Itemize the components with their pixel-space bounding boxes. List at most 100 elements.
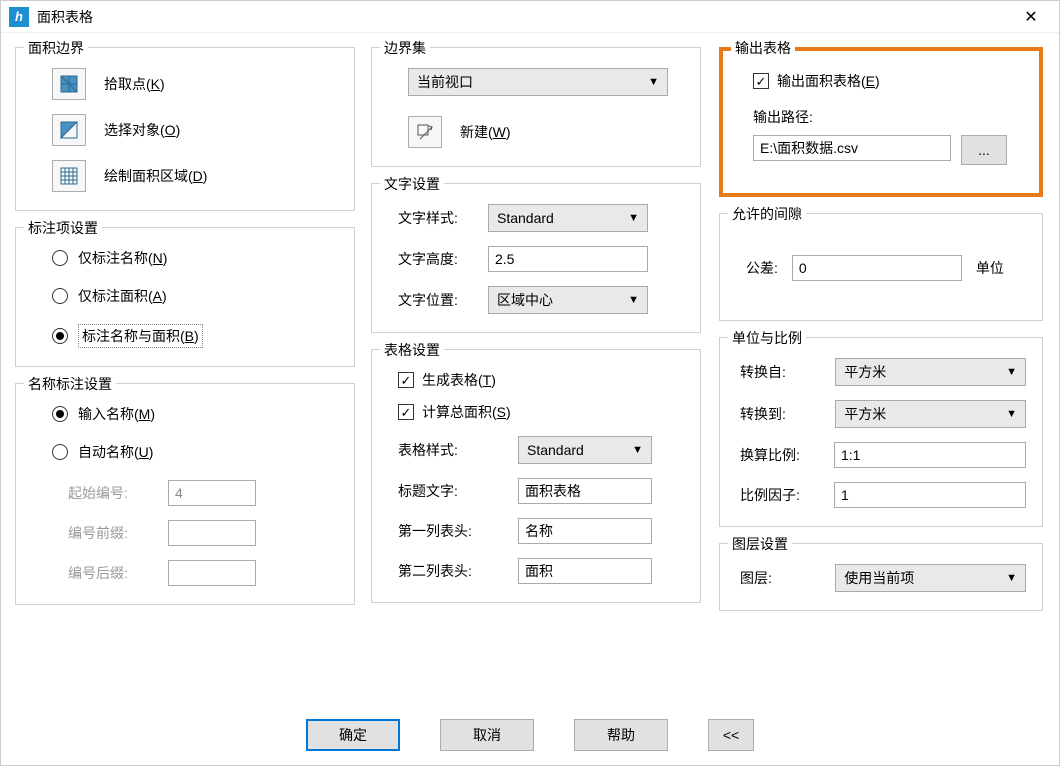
group-output-table: 输出表格 输出面积表格(E) 输出路径: ... <box>719 47 1043 197</box>
help-button[interactable]: 帮助 <box>574 719 668 751</box>
legend-layer-settings: 图层设置 <box>728 534 792 554</box>
text-height-input[interactable] <box>488 246 648 272</box>
button-bar: 确定 取消 帮助 << <box>1 719 1059 751</box>
tolerance-label: 公差: <box>746 258 778 278</box>
group-area-boundary: 面积边界 拾取点(K) 选择对象(O) <box>15 47 355 211</box>
new-boundary-icon[interactable] <box>408 116 442 148</box>
text-style-select[interactable]: Standard ▼ <box>488 204 648 232</box>
radio-auto-name[interactable]: 自动名称(U) <box>52 442 338 462</box>
pick-point-label[interactable]: 拾取点(K) <box>104 74 165 94</box>
suffix-label: 编号后缀: <box>68 563 168 583</box>
text-height-label: 文字高度: <box>398 249 488 269</box>
radio-icon <box>52 250 68 266</box>
draw-region-label[interactable]: 绘制面积区域(D) <box>104 166 207 186</box>
radio-name-and-area[interactable]: 标注名称与面积(B) <box>52 324 338 348</box>
generate-table-checkbox[interactable]: 生成表格(T) <box>398 370 496 390</box>
text-position-label: 文字位置: <box>398 290 488 310</box>
suffix-input <box>168 560 256 586</box>
legend-output-table: 输出表格 <box>731 38 795 58</box>
start-number-input <box>168 480 256 506</box>
calc-total-checkbox[interactable]: 计算总面积(S) <box>398 402 511 422</box>
chevron-down-icon: ▼ <box>628 212 639 224</box>
radio-icon <box>52 288 68 304</box>
group-allowed-gap: 允许的间隙 公差: 单位 <box>719 213 1043 321</box>
convert-from-select[interactable]: 平方米 ▼ <box>835 358 1026 386</box>
scale-factor-input[interactable] <box>834 482 1026 508</box>
draw-region-icon[interactable] <box>52 160 86 192</box>
new-boundary-label[interactable]: 新建(W) <box>460 122 511 142</box>
col2-header-input[interactable] <box>518 558 652 584</box>
col2-header-label: 第二列表头: <box>398 561 518 581</box>
legend-boundary-set: 边界集 <box>380 38 430 58</box>
group-annotation-settings: 标注项设置 仅标注名称(N) 仅标注面积(A) 标注名称与面积(B) <box>15 227 355 367</box>
scale-factor-label: 比例因子: <box>740 485 834 505</box>
col1-header-input[interactable] <box>518 518 652 544</box>
chevron-down-icon: ▼ <box>1006 572 1017 584</box>
text-position-select[interactable]: 区域中心 ▼ <box>488 286 648 314</box>
table-style-select[interactable]: Standard ▼ <box>518 436 652 464</box>
legend-text-settings: 文字设置 <box>380 174 444 194</box>
layer-label: 图层: <box>740 568 835 588</box>
radio-icon <box>52 444 68 460</box>
radio-input-name[interactable]: 输入名称(M) <box>52 404 338 424</box>
legend-name-annotation: 名称标注设置 <box>24 374 116 394</box>
group-text-settings: 文字设置 文字样式: Standard ▼ 文字高度: 文字位置: <box>371 183 701 333</box>
tolerance-unit: 单位 <box>976 258 1004 278</box>
select-object-label[interactable]: 选择对象(O) <box>104 120 180 140</box>
convert-to-label: 转换到: <box>740 404 835 424</box>
export-table-checkbox[interactable]: 输出面积表格(E) <box>753 71 880 91</box>
radio-icon <box>52 328 68 344</box>
legend-table-settings: 表格设置 <box>380 340 444 360</box>
text-style-label: 文字样式: <box>398 208 488 228</box>
legend-units-scale: 单位与比例 <box>728 328 806 348</box>
group-layer-settings: 图层设置 图层: 使用当前项 ▼ <box>719 543 1043 611</box>
chevron-down-icon: ▼ <box>648 76 659 88</box>
app-icon: h <box>9 7 29 27</box>
radio-icon <box>52 406 68 422</box>
checkbox-icon <box>398 372 414 388</box>
collapse-button[interactable]: << <box>708 719 754 751</box>
radio-name-only[interactable]: 仅标注名称(N) <box>52 248 338 268</box>
group-table-settings: 表格设置 生成表格(T) 计算总面积(S) <box>371 349 701 603</box>
ok-button[interactable]: 确定 <box>306 719 400 751</box>
start-number-label: 起始编号: <box>68 483 168 503</box>
conversion-ratio-input[interactable] <box>834 442 1026 468</box>
close-icon[interactable]: ✕ <box>1011 3 1051 31</box>
legend-annotation-settings: 标注项设置 <box>24 218 102 238</box>
prefix-input <box>168 520 256 546</box>
group-name-annotation: 名称标注设置 输入名称(M) 自动名称(U) 起始编号: <box>15 383 355 605</box>
col1-header-label: 第一列表头: <box>398 521 518 541</box>
pick-point-icon[interactable] <box>52 68 86 100</box>
conversion-ratio-label: 换算比例: <box>740 445 834 465</box>
convert-from-label: 转换自: <box>740 362 835 382</box>
viewport-select-value: 当前视口 <box>417 72 473 92</box>
content-area: 面积边界 拾取点(K) 选择对象(O) <box>1 33 1059 709</box>
checkbox-icon <box>398 404 414 420</box>
cancel-button[interactable]: 取消 <box>440 719 534 751</box>
chevron-down-icon: ▼ <box>1006 408 1017 420</box>
prefix-label: 编号前缀: <box>68 523 168 543</box>
group-boundary-set: 边界集 当前视口 ▼ 新建(W) <box>371 47 701 167</box>
radio-area-only[interactable]: 仅标注面积(A) <box>52 286 338 306</box>
browse-button[interactable]: ... <box>961 135 1007 165</box>
chevron-down-icon: ▼ <box>632 444 643 456</box>
legend-allowed-gap: 允许的间隙 <box>728 204 806 224</box>
chevron-down-icon: ▼ <box>1006 366 1017 378</box>
tolerance-input[interactable] <box>792 255 962 281</box>
checkbox-icon <box>753 73 769 89</box>
title-text-label: 标题文字: <box>398 481 518 501</box>
titlebar: h 面积表格 ✕ <box>1 1 1059 33</box>
chevron-down-icon: ▼ <box>628 294 639 306</box>
legend-area-boundary: 面积边界 <box>24 38 88 58</box>
title-text-input[interactable] <box>518 478 652 504</box>
layer-select[interactable]: 使用当前项 ▼ <box>835 564 1026 592</box>
dialog-title: 面积表格 <box>37 7 1011 27</box>
viewport-select[interactable]: 当前视口 ▼ <box>408 68 668 96</box>
convert-to-select[interactable]: 平方米 ▼ <box>835 400 1026 428</box>
dialog-window: h 面积表格 ✕ 面积边界 拾取点(K) <box>0 0 1060 766</box>
table-style-label: 表格样式: <box>398 440 518 460</box>
group-units-scale: 单位与比例 转换自: 平方米 ▼ 转换到: 平方米 ▼ <box>719 337 1043 527</box>
output-path-label: 输出路径: <box>753 107 1023 127</box>
select-object-icon[interactable] <box>52 114 86 146</box>
output-path-input[interactable] <box>753 135 951 161</box>
